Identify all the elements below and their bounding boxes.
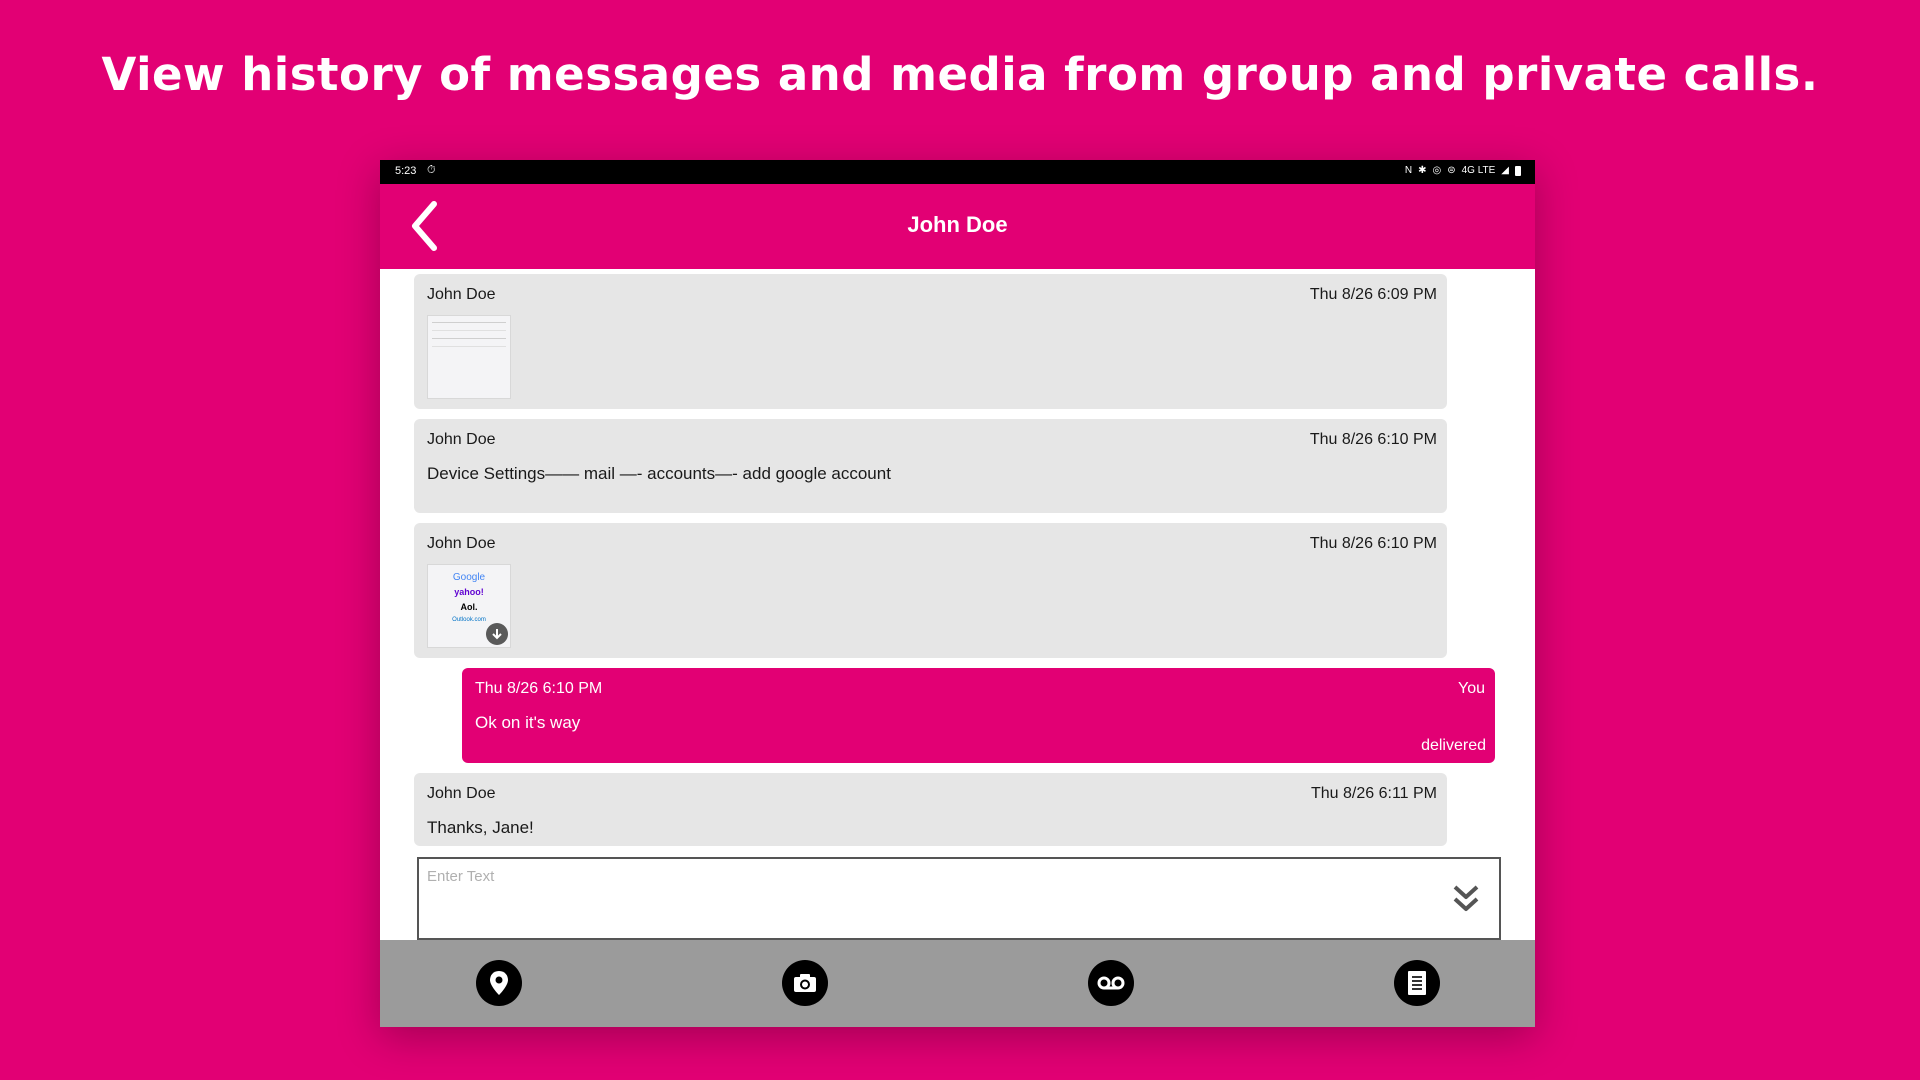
page-headline: View history of messages and media from … bbox=[101, 48, 1819, 101]
camera-button[interactable] bbox=[782, 960, 828, 1006]
status-time: 5:23 bbox=[395, 165, 417, 177]
hotspot-icon: ⊜ bbox=[1447, 165, 1456, 176]
battery-icon bbox=[1515, 165, 1521, 176]
voice-message-button[interactable] bbox=[1088, 960, 1134, 1006]
message-text: Device Settings—— mail —- accounts—- add… bbox=[427, 464, 891, 483]
status-icons: N ✱ ◎ ⊜ 4G LTE ◢ bbox=[1405, 165, 1521, 176]
thumb-google-text: Google bbox=[452, 572, 486, 583]
message-bubble-incoming: John Doe Thu 8/26 6:09 PM bbox=[414, 274, 1447, 409]
attachment-toolbar bbox=[380, 940, 1535, 1027]
conversation-title: John Doe bbox=[907, 212, 1008, 237]
message-bubble-incoming: John Doe Thu 8/26 6:11 PM Thanks, Jane! bbox=[414, 773, 1447, 846]
thumb-yahoo-text: yahoo! bbox=[454, 587, 484, 597]
message-timestamp: Thu 8/26 6:10 PM bbox=[475, 680, 603, 697]
message-bubble-incoming: John Doe Thu 8/26 6:10 PM Device Setting… bbox=[414, 419, 1447, 513]
voicemail-icon bbox=[1097, 976, 1125, 990]
message-input[interactable] bbox=[425, 865, 1329, 887]
device-screen: 5:23 ⏱ N ✱ ◎ ⊜ 4G LTE ◢ John Doe John Do… bbox=[380, 160, 1535, 1027]
camera-icon bbox=[794, 974, 816, 992]
message-timestamp: Thu 8/26 6:10 PM bbox=[1309, 535, 1437, 552]
message-sender: John Doe bbox=[427, 535, 496, 552]
location-pin-icon bbox=[490, 971, 508, 995]
attach-file-button[interactable] bbox=[1394, 960, 1440, 1006]
share-location-button[interactable] bbox=[476, 960, 522, 1006]
message-sender: John Doe bbox=[427, 785, 496, 802]
message-sender: John Doe bbox=[427, 286, 496, 303]
document-icon bbox=[1408, 971, 1426, 995]
delivery-status: delivered bbox=[1421, 737, 1486, 754]
expand-button[interactable] bbox=[1451, 883, 1481, 915]
thumb-aol-text: Aol. bbox=[460, 602, 478, 612]
nfc-icon: N bbox=[1404, 165, 1413, 176]
alarm-icon: ⏱ bbox=[427, 164, 436, 176]
image-thumbnail[interactable]: Google yahoo! Aol. Outlook.com bbox=[427, 564, 511, 648]
bluetooth-icon: ✱ bbox=[1418, 165, 1427, 176]
message-timestamp: Thu 8/26 6:11 PM bbox=[1311, 785, 1437, 802]
message-text: Thanks, Jane! bbox=[427, 818, 534, 837]
message-sender: You bbox=[1458, 680, 1485, 697]
app-bar: John Doe bbox=[380, 184, 1535, 269]
signal-icon: ◢ bbox=[1501, 165, 1509, 176]
network-type: 4G LTE bbox=[1461, 165, 1496, 176]
location-icon: ◎ bbox=[1432, 165, 1442, 176]
message-bubble-outgoing: Thu 8/26 6:10 PM You Ok on it's way deli… bbox=[462, 668, 1495, 763]
download-icon[interactable] bbox=[486, 623, 508, 645]
message-timestamp: Thu 8/26 6:09 PM bbox=[1309, 286, 1437, 303]
message-text: Ok on it's way bbox=[475, 713, 581, 732]
message-sender: John Doe bbox=[427, 431, 496, 448]
double-chevron-down-icon bbox=[1453, 885, 1479, 911]
status-bar: 5:23 ⏱ N ✱ ◎ ⊜ 4G LTE ◢ bbox=[380, 160, 1535, 184]
image-thumbnail[interactable] bbox=[427, 315, 511, 399]
message-bubble-incoming: John Doe Thu 8/26 6:10 PM Google yahoo! … bbox=[414, 523, 1447, 658]
message-composer bbox=[417, 857, 1501, 940]
message-timestamp: Thu 8/26 6:10 PM bbox=[1309, 431, 1437, 448]
